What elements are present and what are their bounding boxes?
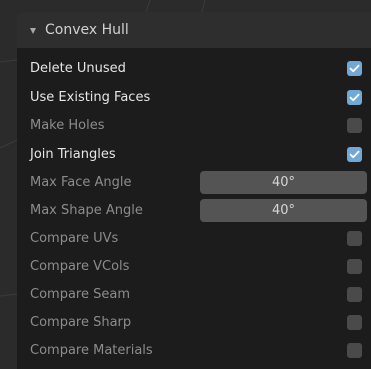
panel-title: Convex Hull — [45, 22, 129, 38]
max-face-angle-label: Max Face Angle — [30, 175, 132, 190]
compare-sharp-label: Compare Sharp — [30, 315, 132, 330]
option-make-holes[interactable]: Make Holes — [17, 113, 371, 139]
use-existing-faces-label: Use Existing Faces — [30, 90, 151, 105]
option-compare-sharp[interactable]: Compare Sharp — [17, 310, 371, 336]
convex-hull-panel: Convex Hull Delete Unused Use Existing F… — [17, 12, 371, 369]
panel-header[interactable]: Convex Hull — [17, 12, 371, 48]
compare-seam-label: Compare Seam — [30, 287, 130, 302]
option-compare-materials[interactable]: Compare Materials — [17, 338, 371, 364]
option-max-face-angle: Max Face Angle 40° — [17, 170, 371, 196]
compare-seam-checkbox[interactable] — [347, 287, 362, 302]
compare-vcols-checkbox[interactable] — [347, 259, 362, 274]
delete-unused-checkbox[interactable] — [347, 61, 362, 76]
join-triangles-label: Join Triangles — [30, 147, 116, 162]
compare-sharp-checkbox[interactable] — [347, 315, 362, 330]
option-use-existing-faces[interactable]: Use Existing Faces — [17, 85, 371, 111]
option-join-triangles[interactable]: Join Triangles — [17, 142, 371, 168]
join-triangles-checkbox[interactable] — [347, 147, 362, 162]
checkmark-icon — [349, 150, 360, 159]
use-existing-faces-checkbox[interactable] — [347, 90, 362, 105]
compare-vcols-label: Compare VCols — [30, 259, 130, 274]
checkmark-icon — [349, 93, 360, 102]
option-compare-vcols[interactable]: Compare VCols — [17, 254, 371, 280]
compare-uvs-checkbox[interactable] — [347, 231, 362, 246]
compare-uvs-label: Compare UVs — [30, 231, 119, 246]
option-delete-unused[interactable]: Delete Unused — [17, 56, 371, 82]
delete-unused-label: Delete Unused — [30, 61, 126, 76]
option-compare-seam[interactable]: Compare Seam — [17, 282, 371, 308]
make-holes-checkbox[interactable] — [347, 118, 362, 133]
max-shape-angle-field[interactable]: 40° — [200, 199, 367, 222]
compare-materials-label: Compare Materials — [30, 343, 153, 358]
max-face-angle-field[interactable]: 40° — [200, 171, 367, 194]
max-shape-angle-label: Max Shape Angle — [30, 203, 143, 218]
make-holes-label: Make Holes — [30, 118, 105, 133]
option-compare-uvs[interactable]: Compare UVs — [17, 226, 371, 252]
option-max-shape-angle: Max Shape Angle 40° — [17, 198, 371, 224]
collapse-triangle-icon[interactable] — [30, 27, 36, 34]
checkmark-icon — [349, 64, 360, 73]
compare-materials-checkbox[interactable] — [347, 343, 362, 358]
